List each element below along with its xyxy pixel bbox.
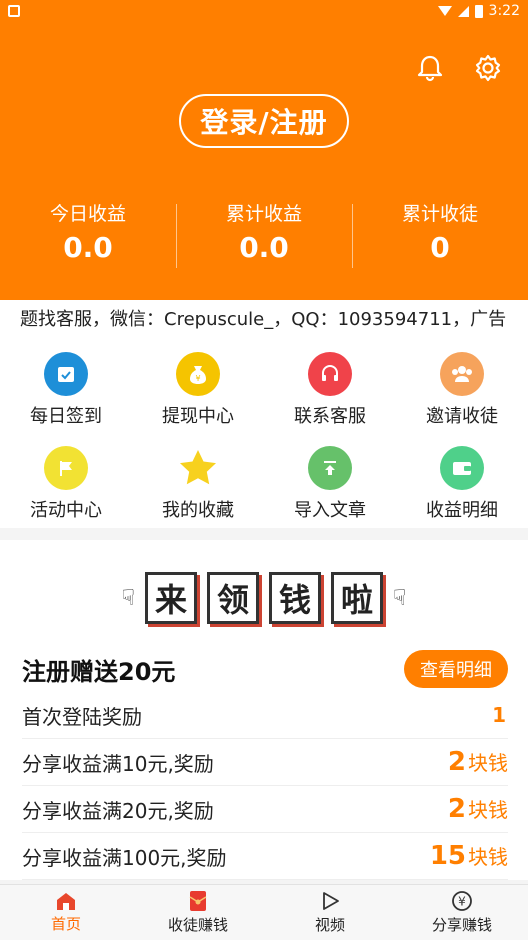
grid-item-earnings-detail[interactable]: 收益明细	[396, 434, 528, 528]
wallet-icon	[440, 446, 484, 490]
nav-label: 分享赚钱	[431, 916, 492, 934]
reward-row: 首次登陆奖励 1	[22, 692, 508, 739]
svg-text:¥: ¥	[195, 374, 200, 383]
flag-icon	[44, 446, 88, 490]
reward-row-amount: 2 块钱	[448, 794, 508, 824]
nav-video[interactable]: 视频	[264, 885, 396, 940]
reward-row: 分享收益满100元,奖励 15 块钱	[22, 833, 508, 880]
reward-row-label: 首次登陆奖励	[22, 704, 142, 729]
reward-unit: 块钱	[468, 751, 508, 775]
reward-row-amount: 2 块钱	[448, 747, 508, 777]
grid-item-support[interactable]: 联系客服	[264, 340, 396, 434]
reward-row: 分享收益满20元,奖励 2 块钱	[22, 786, 508, 833]
stat-today[interactable]: 今日收益 0.0	[0, 200, 176, 270]
view-details-button[interactable]: 查看明细	[404, 650, 508, 688]
grid-item-invite[interactable]: 邀请收徒	[396, 340, 528, 434]
grid-item-label: 活动中心	[30, 500, 102, 521]
users-icon	[440, 352, 484, 396]
grid-item-checkin[interactable]: 每日签到	[0, 340, 132, 434]
banner-char: 啦	[331, 572, 383, 624]
banner-char: 领	[207, 572, 259, 624]
reward-row-amount: 15 块钱	[430, 841, 508, 871]
grid-item-label: 提现中心	[162, 406, 234, 427]
marquee-text: 题找客服，微信：Crepuscule_，QQ：1093594711，广告	[20, 309, 507, 330]
reward-amount: 2	[447, 794, 466, 824]
pointing-hand-icon: ☟	[393, 585, 407, 611]
status-time: 3:22	[488, 3, 520, 19]
grid-item-label: 导入文章	[294, 500, 366, 521]
gear-icon[interactable]	[472, 52, 504, 84]
reward-amount: 1	[492, 703, 506, 727]
stat-disciples[interactable]: 累计收徒 0	[352, 200, 528, 270]
nav-label: 收徒赚钱	[167, 916, 228, 934]
earnings-stats: 今日收益 0.0 累计收益 0.0 累计收徒 0	[0, 200, 528, 270]
reward-row: 分享收益满10元,奖励 2 块钱	[22, 739, 508, 786]
signal-icon	[457, 5, 469, 17]
banner-char: 来	[145, 572, 197, 624]
bell-icon[interactable]	[414, 52, 446, 84]
reward-unit: 块钱	[468, 845, 508, 869]
stat-label: 累计收徒	[401, 203, 478, 225]
nav-home[interactable]: 首页	[0, 885, 132, 940]
status-right: 3:22	[437, 3, 520, 19]
reward-amount: 2	[447, 747, 466, 777]
upload-icon	[308, 446, 352, 490]
grid-item-label: 邀请收徒	[426, 406, 498, 427]
banner-char: 钱	[269, 572, 321, 624]
reward-row-label: 分享收益满100元,奖励	[22, 845, 227, 870]
nav-share[interactable]: ¥ 分享赚钱	[396, 885, 528, 940]
reward-title: 注册赠送20元	[22, 657, 176, 686]
reward-banner: ☟ 来 领 钱 啦 ☟	[96, 570, 432, 626]
grid-item-activity[interactable]: 活动中心	[0, 434, 132, 528]
stat-value: 0.0	[239, 231, 289, 264]
reward-card: ☟ 来 领 钱 啦 ☟ 注册赠送20元 查看明细 首次登陆奖励 1 分享收益满1…	[0, 540, 528, 880]
login-register-button[interactable]: 登录/注册	[179, 94, 349, 148]
grid-item-withdraw[interactable]: ¥ 提现中心	[132, 340, 264, 434]
star-icon	[176, 446, 220, 490]
notice-marquee: 题找客服，微信：Crepuscule_，QQ：1093594711，广告	[0, 300, 528, 340]
red-envelope-icon	[189, 891, 207, 911]
yuan-icon: ¥	[452, 891, 472, 911]
reward-unit: 块钱	[468, 798, 508, 822]
grid-item-favorites[interactable]: 我的收藏	[132, 434, 264, 528]
reward-amount: 15	[429, 841, 466, 871]
grid-item-label: 我的收藏	[162, 500, 234, 521]
play-icon	[323, 892, 339, 910]
reward-header: 注册赠送20元 查看明细	[22, 648, 508, 690]
home-icon	[57, 893, 75, 910]
calendar-check-icon	[44, 352, 88, 396]
stat-label: 累计收益	[225, 203, 302, 225]
stat-value: 0.0	[63, 231, 113, 264]
reward-row-label: 分享收益满20元,奖励	[22, 798, 214, 823]
reward-list: 首次登陆奖励 1 分享收益满10元,奖励 2 块钱 分享收益满20元,奖励 2 …	[22, 692, 508, 880]
battery-icon	[474, 4, 483, 18]
feature-grid: 每日签到 ¥ 提现中心 联系客服 邀请收徒 活动中心 我的收藏 导入文章 收益明…	[0, 340, 528, 528]
grid-item-import[interactable]: 导入文章	[264, 434, 396, 528]
nav-label: 首页	[50, 915, 81, 933]
status-bar: 3:22	[0, 0, 528, 26]
nav-recruit[interactable]: 收徒赚钱	[132, 885, 264, 940]
nav-label: 视频	[314, 916, 345, 934]
money-bag-icon: ¥	[176, 352, 220, 396]
bottom-nav: 首页 收徒赚钱 视频 ¥ 分享赚钱	[0, 884, 528, 940]
grid-item-label: 每日签到	[30, 406, 102, 427]
stat-value: 0	[430, 231, 450, 264]
pointing-hand-icon: ☟	[121, 585, 135, 611]
headset-icon	[308, 352, 352, 396]
reward-row-amount: 1	[492, 703, 508, 727]
svg-text:¥: ¥	[458, 895, 466, 909]
reward-row-label: 分享收益满10元,奖励	[22, 751, 214, 776]
stat-total[interactable]: 累计收益 0.0	[176, 200, 352, 270]
wifi-icon	[437, 6, 452, 16]
header: 3:22 登录/注册 今日收益 0.0 累计收益 0.0 累计收徒 0	[0, 0, 528, 300]
stat-label: 今日收益	[49, 203, 126, 225]
grid-item-label: 联系客服	[294, 406, 366, 427]
grid-item-label: 收益明细	[426, 500, 498, 521]
notification-icon	[8, 5, 20, 17]
